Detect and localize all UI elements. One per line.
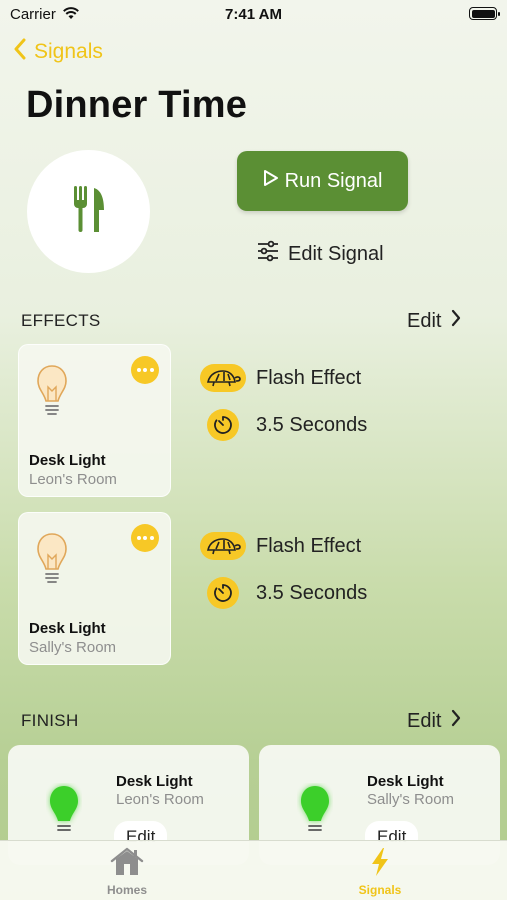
play-icon (263, 169, 279, 193)
back-label: Signals (34, 40, 103, 63)
tab-signals[interactable]: Signals (350, 847, 410, 897)
timer-icon (207, 409, 239, 441)
effect-card[interactable]: Desk Light Sally's Room (18, 512, 171, 665)
effect-duration-row: 3.5 Seconds (200, 409, 367, 441)
effects-heading: EFFECTS (21, 311, 101, 330)
lightbulb-on-icon (46, 783, 82, 848)
clock: 7:41 AM (225, 6, 282, 23)
house-icon (110, 847, 144, 880)
finish-edit-label: Edit (407, 709, 442, 732)
effect-name: Flash Effect (256, 366, 362, 389)
fork-knife-icon (72, 184, 106, 239)
run-signal-label: Run Signal (284, 169, 383, 192)
sliders-icon (256, 240, 280, 268)
tab-homes[interactable]: Homes (98, 847, 156, 897)
tab-signals-label: Signals (358, 883, 402, 897)
device-name: Desk Light (29, 620, 106, 637)
battery-icon (469, 7, 500, 20)
finish-heading: FINISH (21, 711, 79, 730)
effect-card[interactable]: Desk Light Leon's Room (18, 344, 171, 497)
status-bar: Carrier 7:41 AM (0, 0, 507, 30)
back-button[interactable]: Signals (14, 38, 103, 66)
effect-type-row: Flash Effect (200, 364, 361, 392)
edit-signal-button[interactable]: Edit Signal (256, 240, 384, 268)
page-title: Dinner Time (26, 84, 248, 126)
device-name: Desk Light (116, 773, 193, 790)
turtle-icon (200, 364, 246, 392)
timer-icon (207, 577, 239, 609)
device-room: Leon's Room (116, 791, 204, 808)
device-name: Desk Light (367, 773, 444, 790)
tab-homes-label: Homes (106, 883, 147, 897)
effect-duration-row: 3.5 Seconds (200, 577, 367, 609)
device-room: Sally's Room (29, 639, 117, 656)
effect-type-row: Flash Effect (200, 532, 361, 560)
device-room: Sally's Room (367, 791, 455, 808)
lightbulb-icon (35, 363, 69, 428)
chevron-right-icon (451, 309, 461, 333)
lightbulb-icon (35, 531, 69, 596)
bolt-icon (369, 847, 391, 880)
effects-edit-label: Edit (407, 309, 442, 332)
edit-signal-label: Edit Signal (288, 242, 384, 265)
more-options-button[interactable] (131, 524, 159, 552)
lightbulb-on-icon (297, 783, 333, 848)
more-options-button[interactable] (131, 356, 159, 384)
tab-bar: Homes Signals (0, 840, 507, 900)
chevron-right-icon (451, 709, 461, 733)
effects-edit-button[interactable]: Edit (407, 309, 461, 333)
effect-duration: 3.5 Seconds (256, 581, 368, 604)
device-name: Desk Light (29, 452, 106, 469)
finish-edit-button[interactable]: Edit (407, 709, 461, 733)
device-room: Leon's Room (29, 471, 117, 488)
effect-name: Flash Effect (256, 534, 362, 557)
signal-icon-circle (27, 150, 150, 273)
effect-duration: 3.5 Seconds (256, 413, 368, 436)
run-signal-button[interactable]: Run Signal (237, 151, 408, 211)
turtle-icon (200, 532, 246, 560)
chevron-left-icon (14, 38, 26, 66)
